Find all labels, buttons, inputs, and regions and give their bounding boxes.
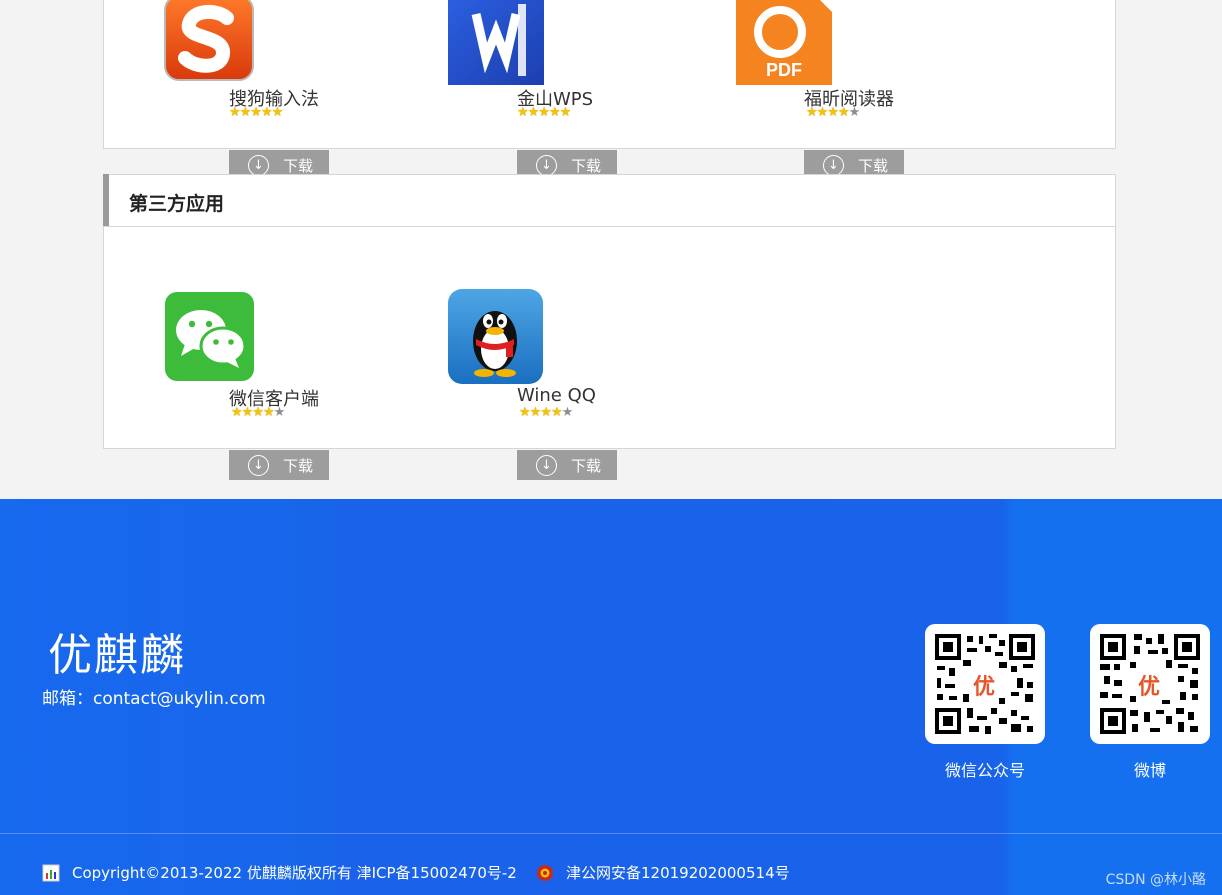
svg-text:PDF: PDF [766,60,802,80]
download-arrow-icon: ↓ [248,454,269,476]
qr-logo-glyph: 优 [1138,675,1161,700]
download-button-qq[interactable]: ↓ 下载 [517,450,617,480]
qr-label-weibo: 微博 [1133,761,1166,780]
sogou-icon[interactable] [163,0,255,84]
rating-stars: ★★★★★ [806,105,860,120]
rating-stars: ★★★★★ [229,105,283,120]
footer-police-record: 津公网安备12019202000514号 [536,862,790,883]
footer-email[interactable]: 邮箱：contact@ukylin.com [42,684,266,709]
qr-label-wechat: 微信公众号 [944,761,1025,780]
section-header: 第三方应用 [103,174,1115,227]
wps-icon[interactable] [448,0,544,85]
wechat-icon[interactable] [165,292,254,381]
foxit-pdf-icon[interactable]: PDF [736,0,832,85]
section-title: 第三方应用 [129,193,225,215]
weibo-qr-code: 优 [1090,624,1210,744]
footer-divider [0,833,1222,834]
download-arrow-icon: ↓ [248,154,269,176]
download-button-wechat[interactable]: ↓ 下载 [229,450,329,480]
rating-stars: ★★★★★ [517,105,571,120]
police-badge-icon [536,864,554,882]
police-record-text[interactable]: 津公网安备12019202000514号 [566,862,790,883]
download-arrow-icon: ↓ [823,154,844,176]
section-accent-bar [103,174,109,226]
download-arrow-icon: ↓ [536,454,557,476]
site-footer: 优麒麟 邮箱：contact@ukylin.com 优 微信公众号 优 微博 C… [0,499,1222,895]
footer-brand: 优麒麟 [48,630,186,681]
icp-record-icon [42,864,60,882]
download-arrow-icon: ↓ [536,154,557,176]
wechat-official-qr-code: 优 [925,624,1045,744]
rating-stars: ★★★★★ [231,405,285,420]
footer-copyright: Copyright©2013-2022 优麒麟版权所有 津ICP备1500247… [42,862,517,883]
qr-logo-glyph: 优 [973,675,996,700]
csdn-watermark: CSDN @林小酪 [1105,872,1206,888]
qq-icon[interactable] [448,289,543,384]
copyright-text[interactable]: Copyright©2013-2022 优麒麟版权所有 津ICP备1500247… [72,862,517,883]
rating-stars: ★★★★★ [519,405,573,420]
app-name-qq: Wine QQ [517,385,596,406]
